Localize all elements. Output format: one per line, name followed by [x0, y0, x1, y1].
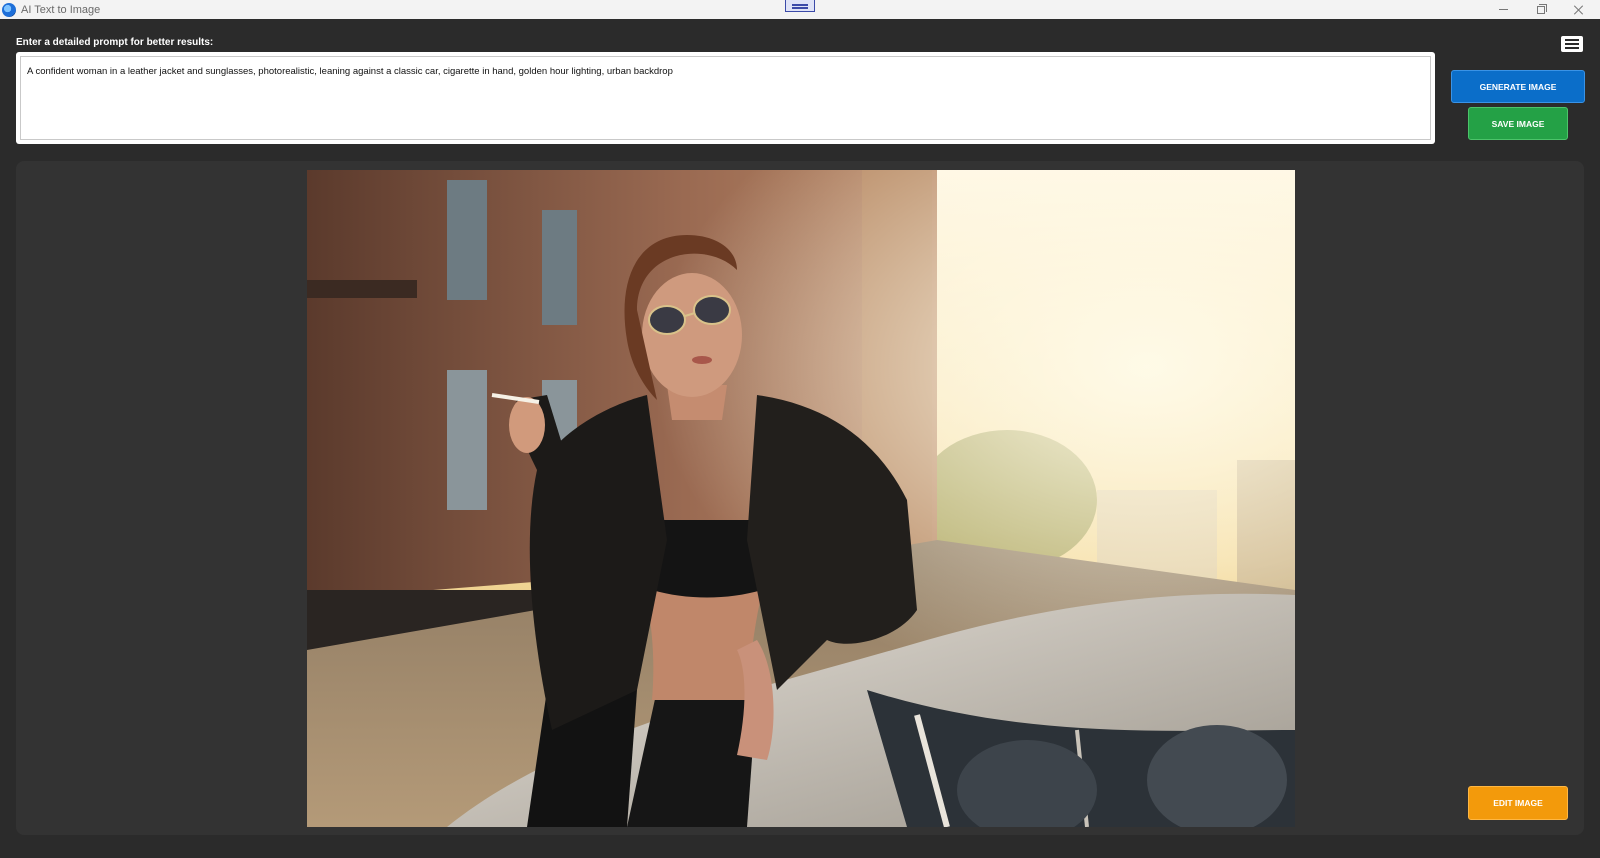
- app-logo-icon: [2, 2, 16, 17]
- restore-button[interactable]: [1522, 0, 1560, 19]
- edit-image-button[interactable]: EDIT IMAGE: [1468, 786, 1568, 820]
- prompt-input[interactable]: A confident woman in a leather jacket an…: [20, 56, 1431, 140]
- generate-image-button[interactable]: GENERATE IMAGE: [1451, 70, 1585, 103]
- prompt-container: A confident woman in a leather jacket an…: [16, 52, 1435, 144]
- generated-image: [307, 170, 1295, 827]
- drag-handle-icon[interactable]: [785, 0, 815, 12]
- minimize-icon: [1498, 9, 1508, 10]
- hamburger-menu-icon: [1565, 39, 1579, 41]
- save-image-button[interactable]: SAVE IMAGE: [1468, 107, 1568, 140]
- menu-button[interactable]: [1561, 36, 1583, 52]
- title-bar: AI Text to Image: [0, 0, 1600, 19]
- close-button[interactable]: [1560, 0, 1598, 19]
- prompt-label: Enter a detailed prompt for better resul…: [16, 37, 214, 48]
- close-icon: [1574, 5, 1584, 15]
- window-title: AI Text to Image: [21, 3, 101, 16]
- minimize-button[interactable]: [1484, 0, 1522, 19]
- restore-icon: [1537, 3, 1547, 14]
